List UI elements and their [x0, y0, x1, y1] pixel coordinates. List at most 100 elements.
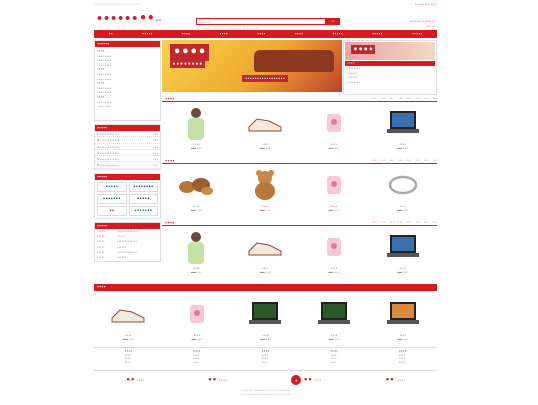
- section-tab[interactable]: •••: [415, 159, 420, 162]
- logo-text-jd: ••: [139, 11, 155, 25]
- section-tab[interactable]: •••: [381, 221, 386, 224]
- help-link[interactable]: ••••: [262, 360, 270, 365]
- section-tab[interactable]: •••: [372, 159, 377, 162]
- side-ad: •••• •••• •••••••• •••••• •••••• •••••••…: [343, 40, 437, 95]
- product-image[interactable]: [107, 296, 149, 332]
- nav-item[interactable]: ••••: [219, 32, 227, 36]
- product-card[interactable]: •••• ••• •••: [173, 296, 221, 341]
- product-card[interactable]: •••• ••• •••: [310, 229, 358, 274]
- section-tab[interactable]: •••: [407, 97, 412, 100]
- product-card[interactable]: •••• ••• •••: [241, 229, 289, 274]
- nav-item[interactable]: ••••: [182, 32, 190, 36]
- cart-link[interactable]: ••••••••• ••••: [415, 2, 437, 6]
- brand-logo[interactable]: •••••: [97, 181, 127, 192]
- product-image[interactable]: [175, 167, 217, 203]
- product-card[interactable]: •••• ••• •••: [310, 296, 358, 341]
- service-badges: •• •••• •• ••••• ✈ •• •••• •• •••••: [94, 373, 437, 387]
- product-image[interactable]: [382, 105, 424, 141]
- footer-links[interactable]: •••••••••••••••••••••••••••••••••: [94, 393, 437, 397]
- section-tab[interactable]: •••: [398, 221, 403, 224]
- nav-item[interactable]: ••: [109, 32, 113, 36]
- section-tab[interactable]: •••: [407, 159, 412, 162]
- nav-item[interactable]: ••••: [257, 32, 265, 36]
- product-image[interactable]: [244, 167, 286, 203]
- side-ad-image[interactable]: ••••: [345, 42, 435, 60]
- product-image[interactable]: [176, 296, 218, 332]
- search-input[interactable]: •••••••: [196, 18, 326, 25]
- section-tab[interactable]: •••: [432, 221, 437, 224]
- product-card[interactable]: •••• ••• •••: [104, 296, 152, 341]
- side-ad-text: ••••: [351, 45, 376, 54]
- news-item[interactable]: ••••••••: [344, 80, 436, 85]
- product-card[interactable]: •••• ••• •••: [241, 167, 289, 212]
- nav-item[interactable]: ••••: [295, 32, 303, 36]
- product-card[interactable]: •••• ••• •••: [172, 105, 220, 150]
- product-card[interactable]: •••• ••• •••: [310, 167, 358, 212]
- cart-text[interactable]: •••••: [409, 24, 435, 29]
- nav-item[interactable]: •••••: [332, 32, 343, 36]
- banner-promo: •••••••••••••••••: [242, 75, 289, 82]
- product-image[interactable]: [244, 296, 286, 332]
- nav-item[interactable]: •••••: [372, 32, 383, 36]
- product-image[interactable]: [175, 229, 217, 265]
- welcome-text: ••••••••••••••••••••••••••••: [94, 2, 141, 6]
- contact-info: •••••• •••••••• •••••: [409, 19, 435, 29]
- product-card[interactable]: •••• ••• •••: [172, 229, 220, 274]
- section-tab[interactable]: •••: [407, 221, 412, 224]
- brand-logo[interactable]: •••••••: [128, 205, 158, 216]
- section-tab[interactable]: •••: [372, 221, 377, 224]
- help-link[interactable]: ••••: [330, 360, 338, 365]
- product-card[interactable]: •••• ••• •••: [172, 167, 220, 212]
- product-image[interactable]: [244, 105, 286, 141]
- section-tab[interactable]: •••: [389, 97, 394, 100]
- product-card[interactable]: •••• ••• •••: [379, 229, 427, 274]
- section-tab[interactable]: •••: [424, 159, 429, 162]
- brand-logo[interactable]: ••••••••: [128, 181, 158, 192]
- product-image[interactable]: [313, 296, 355, 332]
- site-logo[interactable]: •••••• •• ••: [96, 11, 168, 25]
- product-image[interactable]: [313, 167, 355, 203]
- product-card[interactable]: •••• ••• •••: [379, 167, 427, 212]
- brand-logo[interactable]: •••••••: [97, 193, 127, 204]
- search-button[interactable]: ••: [326, 18, 340, 25]
- section-tab[interactable]: •••: [432, 97, 437, 100]
- product-image[interactable]: [382, 229, 424, 265]
- product-card[interactable]: •••• ••• •••: [379, 105, 427, 150]
- section-tab[interactable]: •••: [398, 97, 403, 100]
- nav-item[interactable]: •••••: [142, 32, 153, 36]
- help-link[interactable]: ••••: [124, 360, 132, 365]
- help-link[interactable]: ••••: [399, 360, 407, 365]
- footer: •••••••• •••••••••••••••••••••••• ••••••…: [94, 389, 437, 397]
- section-tab[interactable]: •••: [424, 221, 429, 224]
- section-tab[interactable]: •••: [432, 159, 437, 162]
- brand-box: ••••• ••••• •••••••• ••••••• ••••• •• ••…: [94, 172, 161, 219]
- product-image[interactable]: [313, 229, 355, 265]
- section-tab[interactable]: •••: [381, 159, 386, 162]
- section-tab[interactable]: •••: [389, 221, 394, 224]
- section-tab[interactable]: •••: [415, 221, 420, 224]
- promo-banner[interactable]: •••• •••••••• •••••••••••••••••: [162, 40, 342, 92]
- product-card[interactable]: •••• ••• •••: [379, 296, 427, 341]
- section-tab[interactable]: •••: [381, 97, 386, 100]
- brand-logo[interactable]: •••••: [128, 193, 158, 204]
- product-image[interactable]: [244, 229, 286, 265]
- product-card[interactable]: •••• ••• •••: [241, 296, 289, 341]
- section-tab[interactable]: •••: [424, 97, 429, 100]
- product-image[interactable]: [382, 296, 424, 332]
- brand-logo[interactable]: ••: [97, 205, 127, 216]
- rank-item[interactable]: 6.•••••••••••• •••: [95, 162, 160, 169]
- product-image[interactable]: [175, 105, 217, 141]
- section-tab[interactable]: •••: [415, 97, 420, 100]
- section-tab[interactable]: •••: [372, 97, 377, 100]
- logo-text-cn: ••: [155, 18, 162, 24]
- nav-item[interactable]: •••••: [412, 32, 423, 36]
- product-image[interactable]: [313, 105, 355, 141]
- product-card[interactable]: •••• ••• •••: [241, 105, 289, 150]
- product-card[interactable]: •••• ••• •••: [310, 105, 358, 150]
- banner-title: ••••: [170, 44, 210, 61]
- category-item[interactable]: •••• ••••: [97, 104, 158, 109]
- section-tab[interactable]: •••: [398, 159, 403, 162]
- section-tab[interactable]: •••: [389, 159, 394, 162]
- help-link[interactable]: ••••: [193, 360, 201, 365]
- product-image[interactable]: [382, 167, 424, 203]
